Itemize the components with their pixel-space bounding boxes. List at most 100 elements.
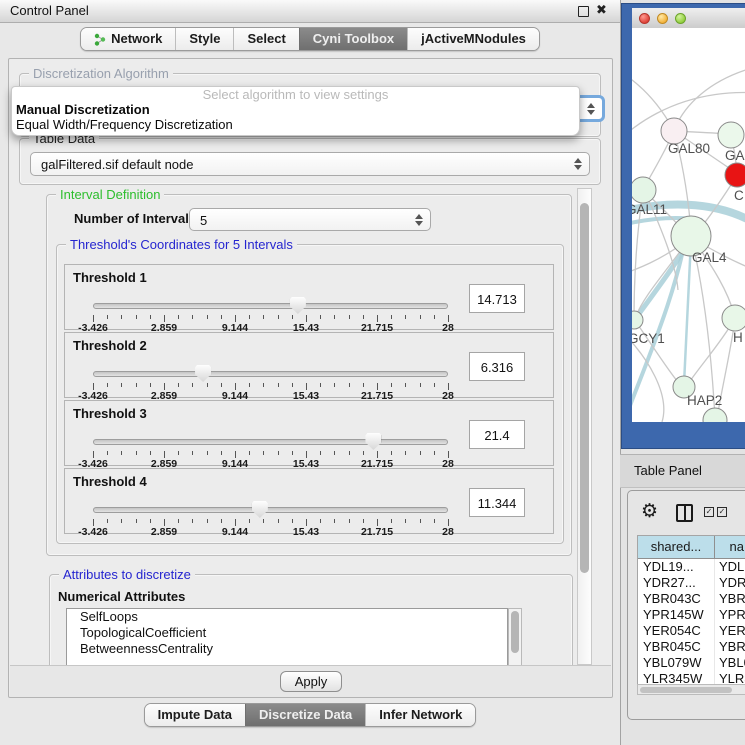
attributes-list-scrollbar[interactable] <box>508 608 522 665</box>
network-node-ga[interactable] <box>718 122 744 148</box>
tick-mark <box>178 315 179 319</box>
slider-track[interactable] <box>93 303 448 309</box>
zoom-traffic-light[interactable] <box>675 13 686 24</box>
scrollbar-thumb[interactable] <box>580 203 589 573</box>
tick-mark <box>278 383 279 387</box>
tick-mark <box>178 519 179 523</box>
tab-cyni-toolbox[interactable]: Cyni Toolbox <box>299 28 407 50</box>
apply-button[interactable]: Apply <box>280 671 342 692</box>
threshold-slider[interactable]: -3.4262.8599.14415.4321.71528 <box>93 401 448 467</box>
threshold-slider[interactable]: -3.4262.8599.14415.4321.71528 <box>93 265 448 331</box>
tick-mark <box>221 383 222 387</box>
threshold-value-field[interactable]: 6.316 <box>469 352 525 381</box>
close-icon[interactable]: ✖ <box>596 2 607 18</box>
threshold-value-field[interactable]: 14.713 <box>469 284 525 313</box>
slider-thumb[interactable] <box>252 501 268 518</box>
tab-style[interactable]: Style <box>175 28 233 50</box>
network-node-gal11[interactable] <box>632 177 656 203</box>
table-data-combobox[interactable]: galFiltered.sif default node <box>30 152 590 176</box>
slider-thumb[interactable] <box>290 297 306 314</box>
table-row[interactable]: YBL079WYBL0 <box>638 655 745 671</box>
algorithm-option[interactable]: Manual Discretization <box>12 102 579 117</box>
gear-icon[interactable]: ⚙ <box>641 500 658 522</box>
slider-track[interactable] <box>93 439 448 445</box>
threshold-value-field[interactable]: 11.344 <box>469 488 525 517</box>
tick-mark <box>377 519 378 526</box>
tick-label: 28 <box>442 526 454 538</box>
columns-icon[interactable] <box>676 504 693 522</box>
tab-label: Select <box>247 28 285 50</box>
table-row[interactable]: YER054CYER0 <box>638 623 745 639</box>
float-window-icon[interactable] <box>578 6 589 17</box>
node-label: H <box>733 330 743 345</box>
node-label: GAL4 <box>692 250 727 265</box>
threshold-box-3: Threshold 3-3.4262.8599.14415.4321.71528… <box>64 400 554 466</box>
table-row[interactable]: YDR27...YDR2 <box>638 575 745 591</box>
attribute-list-item[interactable]: TopologicalCoefficient <box>67 625 507 641</box>
slider-thumb[interactable] <box>195 365 211 382</box>
node-label: GA <box>725 148 745 163</box>
tab-infer-network[interactable]: Infer Network <box>365 704 475 726</box>
network-edge[interactable] <box>684 240 691 384</box>
checkbox-icon[interactable]: ✓ <box>717 507 727 517</box>
scrollbar-thumb[interactable] <box>511 611 519 653</box>
attribute-list-item[interactable]: BetweennessCentrality <box>67 641 507 657</box>
tick-mark <box>150 315 151 319</box>
tab-jactivemnodules[interactable]: jActiveMNodules <box>407 28 539 50</box>
close-traffic-light[interactable] <box>639 13 650 24</box>
table-row[interactable]: YBR045CYBR0 <box>638 639 745 655</box>
tick-mark <box>164 383 165 390</box>
tick-mark <box>292 383 293 387</box>
table-row[interactable]: YBR043CYBR0 <box>638 591 745 607</box>
network-graph: GAL80GACGAL11GAL4GCY1HHAP2 <box>632 28 745 422</box>
checkbox-icon[interactable]: ✓ <box>704 507 714 517</box>
scrollbar-thumb[interactable] <box>640 687 732 693</box>
tick-mark <box>306 383 307 390</box>
tick-mark <box>121 451 122 455</box>
network-node[interactable] <box>703 408 727 422</box>
tab-discretize-data[interactable]: Discretize Data <box>245 704 365 726</box>
numerical-attributes-list[interactable]: SelfLoopsTopologicalCoefficientBetweenne… <box>66 608 508 665</box>
tab-impute-data[interactable]: Impute Data <box>145 704 245 726</box>
slider-track[interactable] <box>93 371 448 377</box>
threshold-slider[interactable]: -3.4262.8599.14415.4321.71528 <box>93 333 448 399</box>
tab-label: Cyni Toolbox <box>313 28 394 50</box>
tick-mark <box>320 451 321 455</box>
tab-network[interactable]: Network <box>81 28 175 50</box>
tab-label: Network <box>111 28 162 50</box>
tab-label: Impute Data <box>158 704 232 726</box>
network-node-c[interactable] <box>725 163 745 187</box>
column-header-2[interactable]: na <box>715 536 745 558</box>
settings-vertical-scrollbar[interactable] <box>577 188 592 665</box>
tick-label: 9.144 <box>222 526 248 538</box>
tick-mark <box>377 451 378 458</box>
network-canvas[interactable]: GAL80GACGAL11GAL4GCY1HHAP2 <box>632 28 745 422</box>
table-horizontal-scrollbar[interactable] <box>637 684 745 695</box>
table-row[interactable]: YLR345WYLR3 <box>638 671 745 685</box>
tab-label: jActiveMNodules <box>421 28 526 50</box>
tick-mark <box>292 315 293 319</box>
slider-track[interactable] <box>93 507 448 513</box>
slider-tick-labels: -3.4262.8599.14415.4321.71528 <box>93 526 448 536</box>
threshold-slider[interactable]: -3.4262.8599.14415.4321.71528 <box>93 469 448 535</box>
number-of-intervals-combobox[interactable]: 5 <box>189 208 431 231</box>
slider-thumb[interactable] <box>365 433 381 450</box>
table-cell: YDL19... <box>638 559 715 575</box>
tab-select[interactable]: Select <box>233 28 298 50</box>
threshold-value-field[interactable]: 21.4 <box>469 420 525 449</box>
algorithm-option[interactable]: Equal Width/Frequency Discretization <box>12 117 579 132</box>
table-row[interactable]: YPR145WYPR1 <box>638 607 745 623</box>
network-edge[interactable] <box>688 320 734 384</box>
tick-mark <box>334 519 335 523</box>
tick-mark <box>150 519 151 523</box>
column-header-1[interactable]: shared... <box>638 536 715 558</box>
table-row[interactable]: YDL19...YDL1 <box>638 559 745 575</box>
threshold-box-1: Threshold 1-3.4262.8599.14415.4321.71528… <box>64 264 554 330</box>
tick-mark <box>93 451 94 458</box>
attribute-list-item[interactable]: SelfLoops <box>67 609 507 625</box>
slider-tick-labels: -3.4262.8599.14415.4321.71528 <box>93 322 448 332</box>
minimize-traffic-light[interactable] <box>657 13 668 24</box>
tick-mark <box>150 451 151 455</box>
network-node-h[interactable] <box>722 305 745 331</box>
tick-mark <box>377 383 378 390</box>
